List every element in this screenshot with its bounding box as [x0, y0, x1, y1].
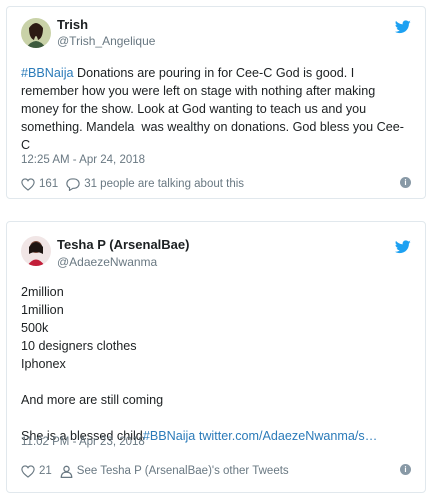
heart-icon[interactable]	[21, 177, 35, 191]
other-tweets-link[interactable]: See Tesha P (ArsenalBae)'s other Tweets	[77, 465, 289, 477]
like-count[interactable]: 161	[39, 178, 58, 190]
hashtag-link[interactable]: #BBNaija	[21, 66, 74, 80]
like-count[interactable]: 21	[39, 465, 52, 477]
timestamp-link[interactable]: 12:25 AM - Apr 24, 2018	[21, 154, 145, 166]
tweet-footer: 21 See Tesha P (ArsenalBae)'s other Twee…	[21, 463, 411, 479]
timestamp-link[interactable]: 11:02 PM - Apr 23, 2018	[21, 436, 145, 448]
hashtag-link[interactable]: #BBNaija	[143, 429, 196, 443]
tweet-body: 2million 1million 500k 10 designers clot…	[21, 285, 164, 443]
person-icon[interactable]	[60, 465, 73, 478]
info-icon[interactable]: i	[400, 177, 411, 188]
author-handle[interactable]: @AdaezeNwanma	[57, 255, 157, 269]
avatar[interactable]	[21, 236, 51, 266]
info-icon[interactable]: i	[400, 464, 411, 475]
tweet-card[interactable]: Trish @Trish_Angelique #BBNaija Donation…	[6, 6, 426, 199]
twitter-bird-icon[interactable]	[395, 240, 411, 254]
author-name[interactable]: Trish	[57, 17, 88, 32]
tweet-card[interactable]: Tesha P (ArsenalBae) @AdaezeNwanma 2mill…	[6, 221, 426, 493]
tweet-footer: 161 31 people are talking about this i	[21, 176, 411, 192]
talking-about-link[interactable]: 31 people are talking about this	[84, 178, 244, 190]
author-name[interactable]: Tesha P (ArsenalBae)	[57, 237, 189, 252]
avatar[interactable]	[21, 18, 51, 48]
tweet-body: Donations are pouring in for Cee-C God i…	[21, 66, 404, 152]
tweet-url-link[interactable]: twitter.com/AdaezeNwanma/s…	[195, 429, 378, 443]
comment-bubble-icon[interactable]	[66, 177, 80, 191]
tweet-text: #BBNaija Donations are pouring in for Ce…	[21, 64, 411, 154]
heart-icon[interactable]	[21, 464, 35, 478]
twitter-bird-icon[interactable]	[395, 20, 411, 34]
tweet-text: 2million 1million 500k 10 designers clot…	[21, 283, 411, 445]
author-handle[interactable]: @Trish_Angelique	[57, 34, 155, 48]
